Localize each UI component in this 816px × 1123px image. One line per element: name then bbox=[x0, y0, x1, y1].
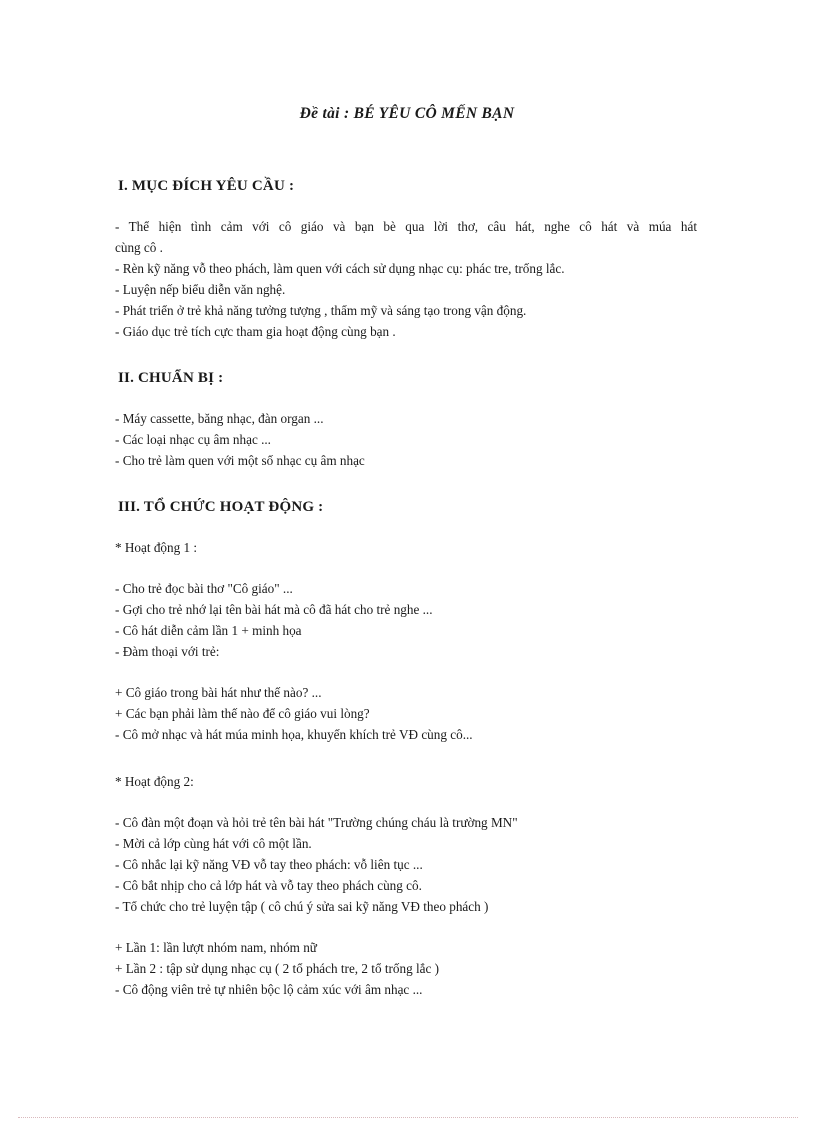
body-line: - Cô nhắc lại kỹ năng VĐ vỗ tay theo phá… bbox=[115, 857, 423, 872]
body-line: - Giáo dục trẻ tích cực tham gia hoạt độ… bbox=[115, 324, 396, 339]
section-heading-ii: II. CHUẨN BỊ : bbox=[118, 370, 224, 386]
body-line: - Cô bắt nhịp cho cả lớp hát và vỗ tay t… bbox=[115, 878, 422, 893]
body-line: - Mời cả lớp cùng hát với cô một lần. bbox=[115, 836, 312, 851]
section-heading-iii: III. TỔ CHỨC HOẠT ĐỘNG : bbox=[118, 499, 324, 515]
activity-2-rounds: + Lần 1: lần lượt nhóm nam, nhóm nữ + Lầ… bbox=[115, 937, 699, 1000]
body-line: - Phát triển ở trẻ khả năng tưởng tượng … bbox=[115, 303, 527, 318]
body-line: + Lần 1: lần lượt nhóm nam, nhóm nữ bbox=[115, 940, 317, 955]
footer-divider bbox=[18, 1117, 798, 1118]
body-line: - Gợi cho trẻ nhớ lại tên bài hát mà cô … bbox=[115, 602, 433, 617]
activity-2-body: - Cô đàn một đoạn và hỏi trẻ tên bài hát… bbox=[115, 812, 699, 917]
body-line: - Luyện nếp biểu diễn văn nghệ. bbox=[115, 282, 286, 297]
body-line: + Các bạn phải làm thế nào để cô giáo vu… bbox=[115, 706, 370, 721]
section-i-body: - Thể hiện tình cảm với cô giáo và bạn b… bbox=[115, 216, 699, 342]
activity-1-label: * Hoạt động 1 : bbox=[115, 540, 198, 555]
section-ii-body: - Máy cassette, băng nhạc, đàn organ ...… bbox=[115, 408, 699, 471]
body-line: - Cô hát diễn cảm lần 1 + minh họa bbox=[115, 623, 302, 638]
body-line: - Các loại nhạc cụ âm nhạc ... bbox=[115, 432, 271, 447]
body-line: - Cho trẻ đọc bài thơ "Cô giáo" ... bbox=[115, 581, 293, 596]
body-line: - Cho trẻ làm quen với một số nhạc cụ âm… bbox=[115, 453, 365, 468]
body-line: - Rèn kỹ năng vỗ theo phách, làm quen vớ… bbox=[115, 261, 565, 276]
section-heading-i: I. MỤC ĐÍCH YÊU CẦU : bbox=[118, 178, 295, 194]
document-page: Đề tài : BÉ YÊU CÔ MẾN BẠN I. MỤC ĐÍCH Y… bbox=[0, 0, 816, 1123]
body-line: - Đàm thoại với trẻ: bbox=[115, 644, 220, 659]
document-body: Đề tài : BÉ YÊU CÔ MẾN BẠN I. MỤC ĐÍCH Y… bbox=[115, 104, 699, 1000]
activity-1-questions: + Cô giáo trong bài hát như thế nào? ...… bbox=[115, 682, 699, 745]
document-title: Đề tài : BÉ YÊU CÔ MẾN BẠN bbox=[299, 105, 515, 122]
body-line: - Cô đàn một đoạn và hỏi trẻ tên bài hát… bbox=[115, 815, 518, 830]
body-line: - Cô mở nhạc và hát múa minh họa, khuyến… bbox=[115, 727, 473, 742]
body-line: + Lần 2 : tập sử dụng nhạc cụ ( 2 tổ phá… bbox=[115, 961, 440, 976]
body-line: - Tổ chức cho trẻ luyện tập ( cô chú ý s… bbox=[115, 899, 489, 914]
body-line: - Cô động viên trẻ tự nhiên bộc lộ cảm x… bbox=[115, 982, 423, 997]
body-line: - Máy cassette, băng nhạc, đàn organ ... bbox=[115, 411, 324, 426]
activity-2-label: * Hoạt động 2: bbox=[115, 774, 194, 789]
activity-1-body: - Cho trẻ đọc bài thơ "Cô giáo" ... - Gợ… bbox=[115, 578, 699, 662]
body-line: + Cô giáo trong bài hát như thế nào? ... bbox=[115, 685, 322, 700]
body-line: cùng cô . bbox=[115, 240, 163, 255]
body-line: - Thể hiện tình cảm với cô giáo và bạn b… bbox=[115, 219, 697, 234]
